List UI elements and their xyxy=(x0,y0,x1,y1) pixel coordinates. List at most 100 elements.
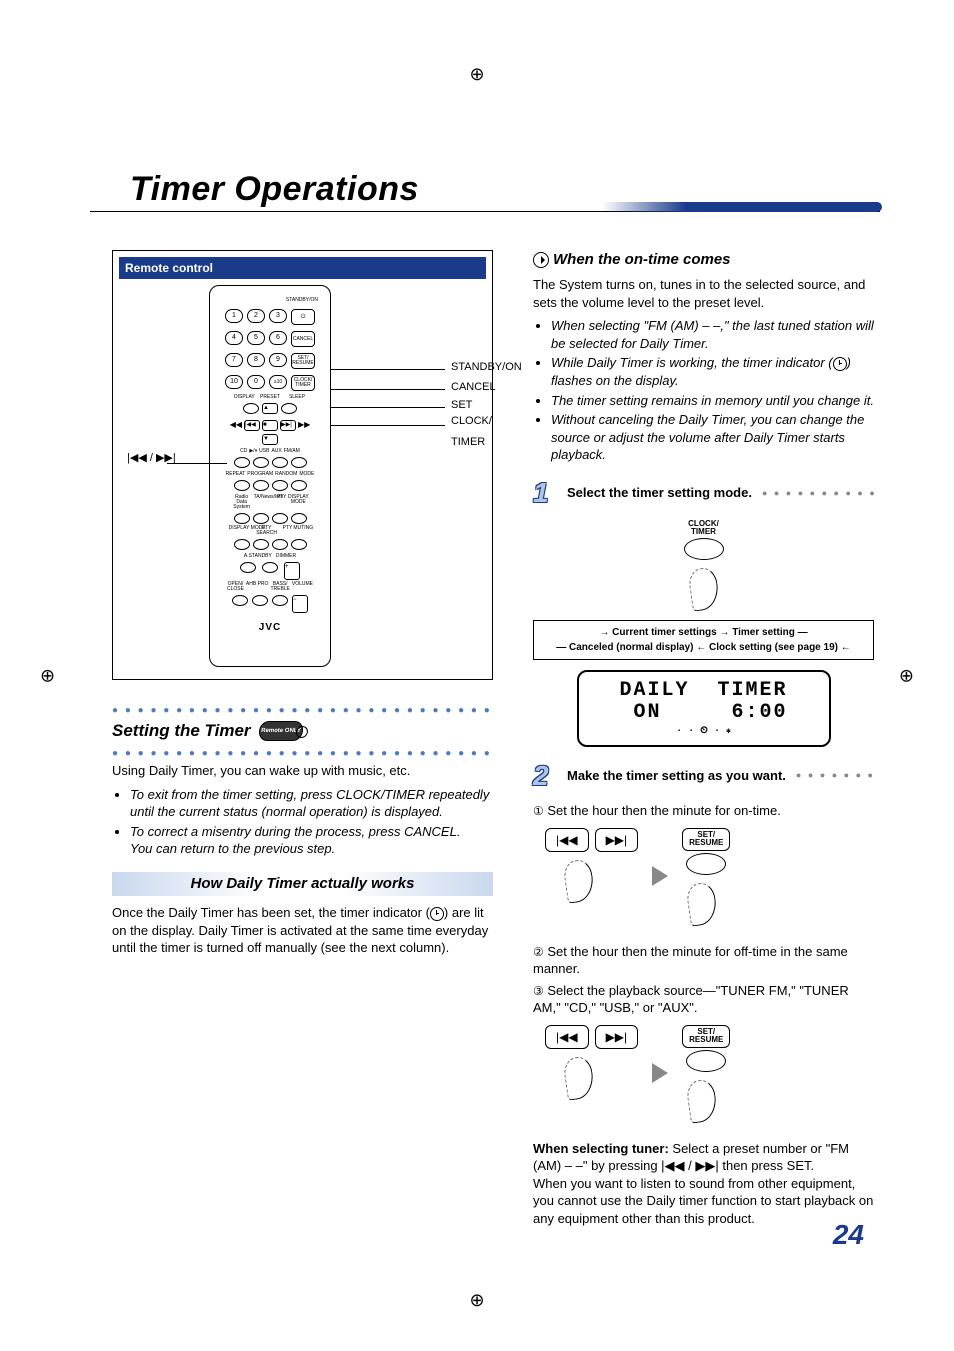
num-6-button[interactable]: 6 xyxy=(269,331,287,345)
bass-label: BASS/ TREBLE xyxy=(270,582,289,592)
vol-up-button[interactable]: + xyxy=(284,562,300,580)
clock-timer-button[interactable]: CLOCK/ TIMER xyxy=(291,375,315,391)
num-0-button[interactable]: 0 xyxy=(247,375,265,389)
sleep-button[interactable] xyxy=(281,403,297,414)
mode2-button[interactable] xyxy=(291,513,307,524)
num-7-button[interactable]: 7 xyxy=(225,353,243,367)
callout-standby: STANDBY/ON xyxy=(451,357,522,378)
remote-header: Remote control xyxy=(119,257,486,279)
callout-clock-timer: CLOCK/ TIMER xyxy=(451,411,492,453)
vol-down-button[interactable]: − xyxy=(292,595,308,613)
setting-the-timer-label: Setting the Timer xyxy=(112,720,251,743)
left-column: Remote control |◀◀ / ▶▶| STANDBY/ON 1 2 … xyxy=(112,250,493,1231)
preset-label: PRESET xyxy=(255,395,285,400)
num-over10-button[interactable]: ≥10 xyxy=(269,375,287,389)
divider-dots: ● ● ● ● ● ● ● ● ● ● ● ● xyxy=(796,769,874,781)
list-item: To correct a misentry during the process… xyxy=(130,823,493,858)
leader-line xyxy=(331,369,445,370)
step-2-label: Make the timer setting as you want. xyxy=(567,767,786,785)
rds-button[interactable] xyxy=(234,513,250,524)
cd-label: CD xyxy=(240,449,247,454)
timer-intro-text: Using Daily Timer, you can wake up with … xyxy=(112,762,493,780)
aux-label: AUX xyxy=(271,449,281,454)
play-label: ▶/⏸ xyxy=(249,449,257,454)
ta-button[interactable] xyxy=(253,513,269,524)
num-1-button[interactable]: 1 xyxy=(225,309,243,323)
program-button[interactable] xyxy=(253,480,269,491)
muting-button[interactable] xyxy=(291,480,307,491)
random-label: RANDOM xyxy=(275,472,297,477)
clock-timer-key-label: CLOCK/ TIMER xyxy=(664,520,744,536)
pty-button[interactable] xyxy=(272,513,288,524)
muting-label: MUTING xyxy=(293,526,311,536)
leader-line xyxy=(331,407,445,408)
ta-label: TA/News/Info xyxy=(254,495,276,510)
page-title: Timer Operations xyxy=(90,170,880,209)
preset-up-button[interactable]: ▲ xyxy=(262,403,278,414)
cancel-button[interactable]: CANCEL xyxy=(291,331,315,347)
num-10-button[interactable]: 10 xyxy=(225,375,243,389)
b4[interactable] xyxy=(291,539,307,550)
b3[interactable] xyxy=(272,539,288,550)
b2[interactable] xyxy=(253,539,269,550)
flow-current: Current timer settings xyxy=(612,627,716,638)
pty-label: PTY xyxy=(277,495,287,510)
mode-label: MODE xyxy=(299,472,314,477)
circled-2: ② xyxy=(533,944,544,960)
leader-line xyxy=(331,389,445,390)
num-5-button[interactable]: 5 xyxy=(247,331,265,345)
num-8-button[interactable]: 8 xyxy=(247,353,265,367)
key-illustration-1: |◀◀ ▶▶| SET/ RESUME xyxy=(545,828,874,925)
when-ontime-label: When the on-time comes xyxy=(553,250,731,270)
oval-button-icon xyxy=(686,1050,726,1072)
list-item: The timer setting remains in memory unti… xyxy=(551,392,874,410)
random-button[interactable] xyxy=(272,480,288,491)
key-illustration-2: |◀◀ ▶▶| SET/ RESUME xyxy=(545,1025,874,1122)
setting-the-timer-heading: Setting the Timer Remote ONLY xyxy=(112,720,493,743)
fmam-button[interactable] xyxy=(291,457,307,468)
dimmer-button[interactable] xyxy=(262,562,278,573)
astandby-button[interactable] xyxy=(240,562,256,573)
step-1-number: 1 xyxy=(533,474,563,512)
tuner-note-bold: When selecting tuner: xyxy=(533,1141,669,1156)
volume-label: VOLUME xyxy=(292,582,313,592)
step-1-row: 1 Select the timer setting mode. ● ● ● ●… xyxy=(533,474,874,512)
registration-mark-icon: ⊕ xyxy=(469,64,484,85)
power-button[interactable]: ⏻ xyxy=(291,309,315,325)
flow-timer: Timer setting xyxy=(732,627,795,638)
brand-logo: JVC xyxy=(218,621,322,635)
aux-button[interactable] xyxy=(272,457,288,468)
lcd-display: DAILY TIMER ON 6:00 · · ⏲ · ✱ xyxy=(577,670,831,747)
page: ⊕ ⊕ ⊕ ⊕ Timer Operations Remote control … xyxy=(0,0,954,1351)
leader-line xyxy=(167,463,227,464)
preset-down-button[interactable]: ▼ xyxy=(262,434,278,445)
leader-line xyxy=(331,425,445,426)
next-button[interactable]: ▶▶| xyxy=(280,420,296,431)
lcd-icons: · · ⏲ · ✱ xyxy=(589,726,819,737)
circled-3: ③ xyxy=(533,983,544,999)
num-2-button[interactable]: 2 xyxy=(247,309,265,323)
prev-button[interactable]: |◀◀ xyxy=(244,420,260,431)
tuner-note: When selecting tuner: Select a preset nu… xyxy=(533,1140,874,1228)
bass-button[interactable] xyxy=(272,595,288,606)
b1[interactable] xyxy=(234,539,250,550)
usb-button[interactable] xyxy=(253,457,269,468)
display-button[interactable] xyxy=(243,403,259,414)
arrow-right-icon xyxy=(652,866,668,886)
num-4-button[interactable]: 4 xyxy=(225,331,243,345)
set-resume-key: SET/ RESUME xyxy=(682,828,730,851)
set-resume-button[interactable]: SET/ RESUME xyxy=(291,353,315,369)
cd-button[interactable] xyxy=(234,457,250,468)
repeat-button[interactable] xyxy=(234,480,250,491)
open-close-button[interactable] xyxy=(232,595,248,606)
divider-dots: ● ● ● ● ● ● ● ● ● ● ● ● ● ● ● ● ● ● ● ● … xyxy=(112,747,493,761)
num-9-button[interactable]: 9 xyxy=(269,353,287,367)
stop-button[interactable]: ■ xyxy=(262,420,278,431)
remote-body: STANDBY/ON 1 2 3 ⏻ 4 5 6 CA xyxy=(209,285,331,667)
substep-2-text: Set the hour then the minute for off-tim… xyxy=(533,944,848,977)
program-label: PROGRAM xyxy=(247,472,273,477)
display-label: DISPLAY xyxy=(234,395,252,400)
ahb-button[interactable] xyxy=(252,595,268,606)
list-item: When selecting "FM (AM) – –," the last t… xyxy=(551,317,874,352)
num-3-button[interactable]: 3 xyxy=(269,309,287,323)
